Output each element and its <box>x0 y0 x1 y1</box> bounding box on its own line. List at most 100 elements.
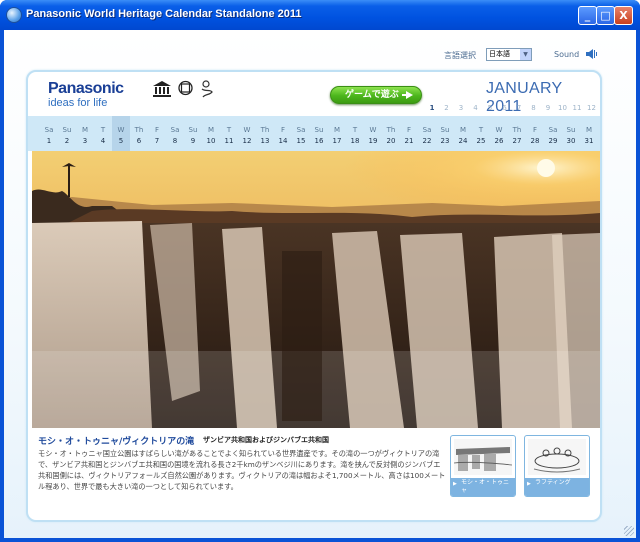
thumbnail-rafting[interactable]: ラフティング <box>524 435 590 497</box>
day-cell[interactable]: M 31 <box>580 116 598 151</box>
day-number: 29 <box>548 137 558 145</box>
day-cell[interactable]: T 11 <box>220 116 238 151</box>
day-weekday: M <box>333 126 341 134</box>
day-weekday: W <box>495 126 503 134</box>
site-title: モシ・オ・トゥニャ/ヴィクトリアの滝 <box>38 437 195 447</box>
close-button[interactable]: X <box>614 6 633 25</box>
month-item[interactable]: 6 <box>499 104 511 112</box>
day-cell[interactable]: T 18 <box>346 116 364 151</box>
day-cell[interactable]: Sa 1 <box>40 116 58 151</box>
day-number: 20 <box>386 137 396 145</box>
day-weekday: W <box>243 126 251 134</box>
day-cell[interactable]: M 17 <box>328 116 346 151</box>
day-number: 27 <box>512 137 522 145</box>
day-cell[interactable]: Su 23 <box>436 116 454 151</box>
day-number: 1 <box>46 137 52 145</box>
day-cell[interactable]: Su 16 <box>310 116 328 151</box>
day-cell[interactable]: Sa 22 <box>418 116 436 151</box>
month-item[interactable]: 8 <box>528 104 540 112</box>
day-cell[interactable]: F 21 <box>400 116 418 151</box>
day-weekday: T <box>100 126 106 134</box>
site-description: モシ・オ・トゥニャ国立公園はすばらしい滝があることでよく知られている世界遺産です… <box>38 449 446 491</box>
month-item[interactable]: 4 <box>470 104 482 112</box>
day-cell[interactable]: Th 6 <box>130 116 148 151</box>
site-country: ザンビア共和国およびジンバブエ共和国 <box>203 436 329 444</box>
education-logo-icon <box>201 80 213 98</box>
day-cell[interactable]: F 28 <box>526 116 544 151</box>
day-number: 4 <box>100 137 106 145</box>
day-cell[interactable]: M 24 <box>454 116 472 151</box>
day-cell[interactable]: Su 30 <box>562 116 580 151</box>
resize-grip[interactable] <box>624 526 634 536</box>
day-number: 17 <box>332 137 342 145</box>
day-number: 21 <box>404 137 414 145</box>
speaker-icon[interactable] <box>586 49 598 59</box>
day-cell[interactable]: W5 <box>112 116 130 151</box>
day-weekday: M <box>585 126 593 134</box>
day-number: 6 <box>136 137 142 145</box>
day-weekday: Sa <box>44 126 54 134</box>
day-cell[interactable]: Sa 15 <box>292 116 310 151</box>
day-number: 26 <box>494 137 504 145</box>
client-area: 言語選択 日本語 ▼ Sound Panasonic ideas for lif… <box>4 30 636 538</box>
day-number: 24 <box>458 137 468 145</box>
thumbnail-falls[interactable]: モシ・オ・トゥニャ <box>450 435 516 497</box>
month-item[interactable]: 11 <box>571 104 583 112</box>
month-item[interactable]: 9 <box>542 104 554 112</box>
title-bar[interactable]: Panasonic World Heritage Calendar Standa… <box>0 0 640 30</box>
day-cell[interactable]: Th 13 <box>256 116 274 151</box>
day-cell[interactable]: Sa 8 <box>166 116 184 151</box>
month-item[interactable]: 5 <box>484 104 496 112</box>
month-item[interactable]: 10 <box>557 104 569 112</box>
day-cell[interactable]: T 25 <box>472 116 490 151</box>
day-number: 3 <box>82 137 88 145</box>
play-game-button[interactable]: ゲームで遊ぶ <box>330 86 422 104</box>
language-label: 言語選択 <box>444 51 476 60</box>
day-weekday: Su <box>566 126 576 134</box>
brand-tagline: ideas for life <box>48 97 108 109</box>
day-cell[interactable]: Su 9 <box>184 116 202 151</box>
sound-label[interactable]: Sound <box>554 50 579 59</box>
month-item[interactable]: 1 <box>426 104 438 112</box>
month-item[interactable]: 12 <box>586 104 598 112</box>
day-weekday: W <box>369 126 377 134</box>
day-number: 23 <box>440 137 450 145</box>
day-weekday: Sa <box>548 126 558 134</box>
victoria-falls-photo <box>32 151 600 428</box>
day-weekday: F <box>280 126 286 134</box>
day-cell[interactable]: Su 2 <box>58 116 76 151</box>
day-cell[interactable]: M3 <box>76 116 94 151</box>
day-cell[interactable]: T4 <box>94 116 112 151</box>
day-weekday: M <box>459 126 467 134</box>
day-number: 8 <box>172 137 178 145</box>
thumbnail-falls-label: モシ・オ・トゥニャ <box>451 478 515 496</box>
chevron-down-icon[interactable]: ▼ <box>520 49 531 60</box>
day-cell[interactable]: M 10 <box>202 116 220 151</box>
day-cell[interactable]: Sa 29 <box>544 116 562 151</box>
arrow-right-icon <box>402 91 413 99</box>
day-weekday: W <box>117 126 125 134</box>
day-cell[interactable]: W 19 <box>364 116 382 151</box>
day-cell[interactable]: F7 <box>148 116 166 151</box>
day-cell[interactable]: W 12 <box>238 116 256 151</box>
maximize-button[interactable]: □ <box>596 6 615 25</box>
day-cell[interactable]: Th 20 <box>382 116 400 151</box>
day-cell[interactable]: F 14 <box>274 116 292 151</box>
day-cell[interactable]: Th 27 <box>508 116 526 151</box>
day-cell[interactable]: W 26 <box>490 116 508 151</box>
day-weekday: Sa <box>170 126 180 134</box>
day-number: 11 <box>224 137 234 145</box>
day-weekday: T <box>478 126 484 134</box>
thumbnail-rafting-label: ラフティング <box>525 478 589 496</box>
day-weekday: Sa <box>296 126 306 134</box>
day-weekday: Su <box>314 126 324 134</box>
month-item[interactable]: 3 <box>455 104 467 112</box>
world-heritage-emblem-icon <box>178 80 193 96</box>
month-item[interactable]: 7 <box>513 104 525 112</box>
minimize-button[interactable]: _ <box>578 6 597 25</box>
month-item[interactable]: 2 <box>441 104 453 112</box>
day-weekday: Th <box>260 126 270 134</box>
day-strip: Sa 1 Su 2 M 3 T 4 W 5 Th 6 F 7 Sa 8 Su 9 M 10 T 11 W 12 Th 13 F 14 S… <box>28 116 600 151</box>
language-select[interactable]: 日本語 ▼ <box>486 48 532 61</box>
day-number: 19 <box>368 137 378 145</box>
